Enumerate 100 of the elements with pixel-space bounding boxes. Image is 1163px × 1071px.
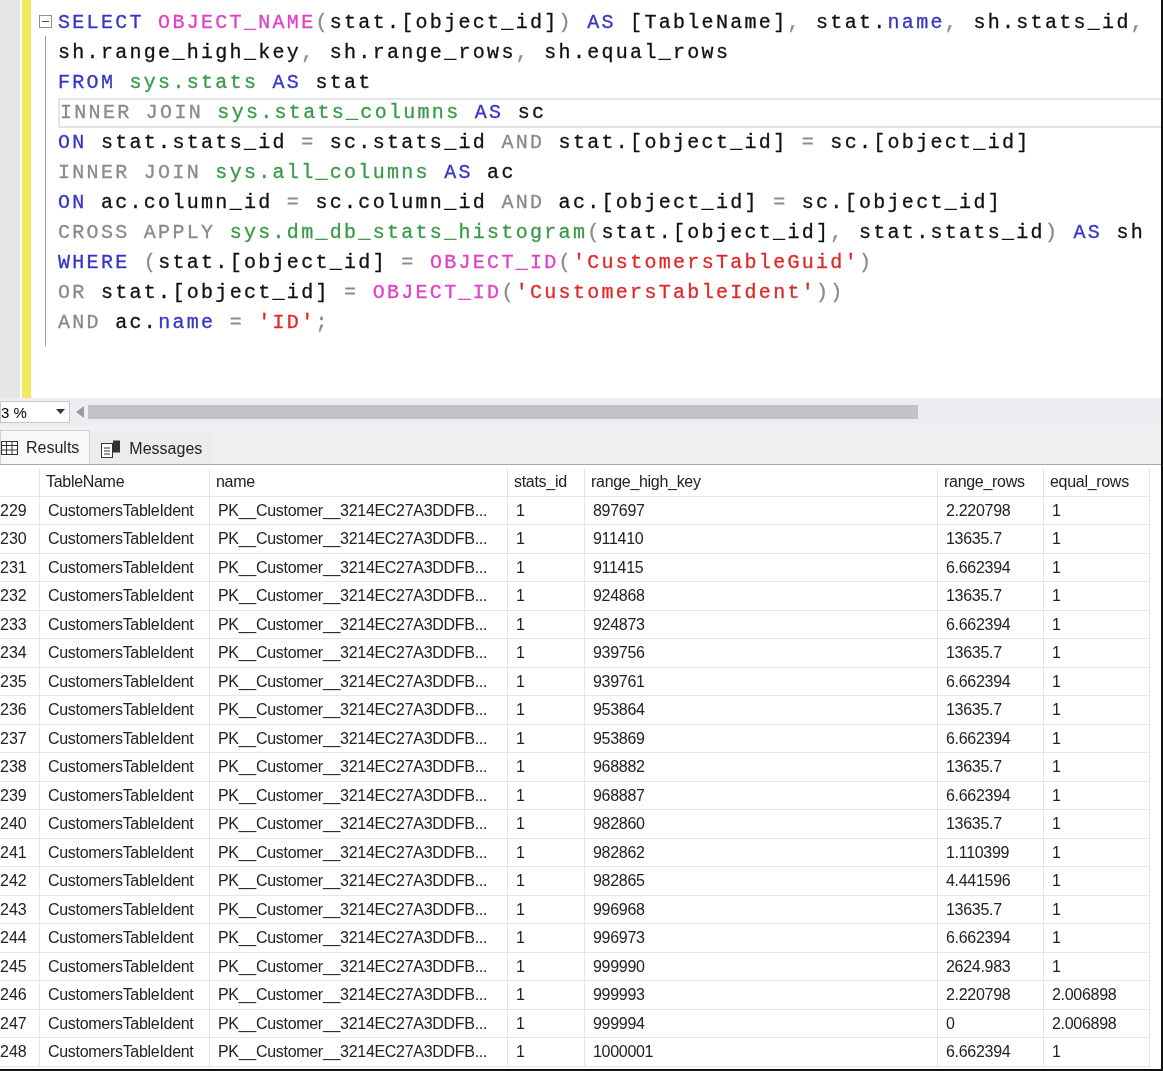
table-cell: 1 [1044,496,1150,525]
table-cell: 1 [508,553,585,582]
row-number: 241 [0,838,40,867]
table-cell: 999994 [585,1009,938,1038]
table-cell: 6.662394 [938,924,1044,953]
column-header[interactable]: stats_id [508,468,585,497]
table-cell: 1 [1044,639,1150,668]
scroll-left-icon[interactable] [76,406,84,418]
row-number: 233 [0,610,40,639]
table-cell: 982865 [585,867,938,896]
table-cell: 1 [508,981,585,1010]
code-line: INNER JOIN sys.all_columns AS ac [58,160,517,186]
table-cell: PK__Customer__3214EC27A3DDFB... [210,582,508,611]
table-cell: 924873 [585,610,938,639]
table-cell: CustomersTableIdent [40,810,210,839]
table-cell: 4.441596 [938,867,1044,896]
table-cell: 13635.7 [938,525,1044,554]
table-cell: 1 [508,582,585,611]
table-cell: 1 [508,867,585,896]
scrollbar-thumb[interactable] [88,405,918,419]
table-cell: 6.662394 [938,724,1044,753]
table-cell: 1 [508,1009,585,1038]
table-cell: PK__Customer__3214EC27A3DDFB... [210,610,508,639]
table-cell: 6.662394 [938,667,1044,696]
tab[interactable]: Results [0,430,91,464]
code-line: ON ac.column_id = sc.column_id AND ac.[object_id] = sc.[object_id] [58,190,1003,216]
table-cell: CustomersTableIdent [40,753,210,782]
table-cell: CustomersTableIdent [40,981,210,1010]
table-cell: 968882 [585,753,938,782]
table-cell: 13635.7 [938,582,1044,611]
table-cell: PK__Customer__3214EC27A3DDFB... [210,810,508,839]
column-header[interactable]: TableName [40,468,210,497]
table-cell: CustomersTableIdent [40,639,210,668]
table-cell: 999990 [585,952,938,981]
table-cell: 996968 [585,895,938,924]
table-cell: CustomersTableIdent [40,895,210,924]
table-cell: 1 [1044,724,1150,753]
table-cell: CustomersTableIdent [40,838,210,867]
code-line: INNER JOIN sys.stats_columns AS sc [58,98,1161,128]
table-cell: 982860 [585,810,938,839]
table-cell: CustomersTableIdent [40,610,210,639]
table-cell: CustomersTableIdent [40,667,210,696]
row-number: 242 [0,867,40,896]
row-number: 248 [0,1038,40,1067]
collapse-icon[interactable] [39,15,52,28]
table-cell: 1 [508,496,585,525]
table-cell: 0 [938,1009,1044,1038]
code-line: FROM sys.stats AS stat [58,70,374,96]
row-number: 230 [0,525,40,554]
table-cell: 1 [1044,895,1150,924]
table-cell: 1 [1044,810,1150,839]
table-cell: CustomersTableIdent [40,496,210,525]
table-cell: 939761 [585,667,938,696]
table-cell: CustomersTableIdent [40,952,210,981]
caret-icon [56,409,65,415]
table-cell: 1 [508,952,585,981]
column-header[interactable]: name [210,468,508,497]
column-header[interactable]: equal_rows [1044,468,1150,497]
table-cell: PK__Customer__3214EC27A3DDFB... [210,924,508,953]
zoom-dropdown[interactable]: 3 % [0,401,70,423]
table-cell: 1 [1044,667,1150,696]
table-cell: PK__Customer__3214EC27A3DDFB... [210,867,508,896]
table-cell: 1 [508,838,585,867]
table-cell: 1 [508,696,585,725]
row-number: 231 [0,553,40,582]
table-cell: 1 [508,895,585,924]
code-line: SELECT OBJECT_NAME(stat.[object_id]) AS [TableName], stat.name, sh.stats_id, [58,10,1147,36]
code-line: WHERE (stat.[object_id] = OBJECT_ID('CustomersTableGuid') [58,250,875,276]
row-number: 247 [0,1009,40,1038]
table-cell: 1 [1044,924,1150,953]
table-cell: 1 [508,810,585,839]
table-cell: PK__Customer__3214EC27A3DDFB... [210,525,508,554]
table-cell: 1 [1044,1038,1150,1067]
column-header[interactable]: range_high_key [585,468,938,497]
table-cell: PK__Customer__3214EC27A3DDFB... [210,895,508,924]
table-cell: 1 [1044,952,1150,981]
table-cell: CustomersTableIdent [40,867,210,896]
table-cell: 1 [508,610,585,639]
row-number: 246 [0,981,40,1010]
table-cell: 13635.7 [938,639,1044,668]
tab[interactable]: Messages [90,432,214,464]
table-cell: 1 [1044,753,1150,782]
table-cell: 911410 [585,525,938,554]
table-cell: 1 [1044,696,1150,725]
code-line: sh.range_high_key, sh.range_rows, sh.equal_rows [58,40,732,66]
table-cell: PK__Customer__3214EC27A3DDFB... [210,952,508,981]
table-cell: 1 [508,924,585,953]
code-line: ON stat.stats_id = sc.stats_id AND stat.[object_id] = sc.[object_id] [58,130,1032,156]
row-number: 239 [0,781,40,810]
table-cell: PK__Customer__3214EC27A3DDFB... [210,981,508,1010]
table-cell: PK__Customer__3214EC27A3DDFB... [210,838,508,867]
select-all-corner[interactable] [0,468,40,497]
table-cell: 13635.7 [938,895,1044,924]
table-cell: CustomersTableIdent [40,582,210,611]
column-header[interactable]: range_rows [938,468,1044,497]
row-number: 229 [0,496,40,525]
table-cell: 1 [1044,553,1150,582]
table-cell: 2.006898 [1044,981,1150,1010]
table-cell: 1 [1044,867,1150,896]
table-cell: PK__Customer__3214EC27A3DDFB... [210,724,508,753]
